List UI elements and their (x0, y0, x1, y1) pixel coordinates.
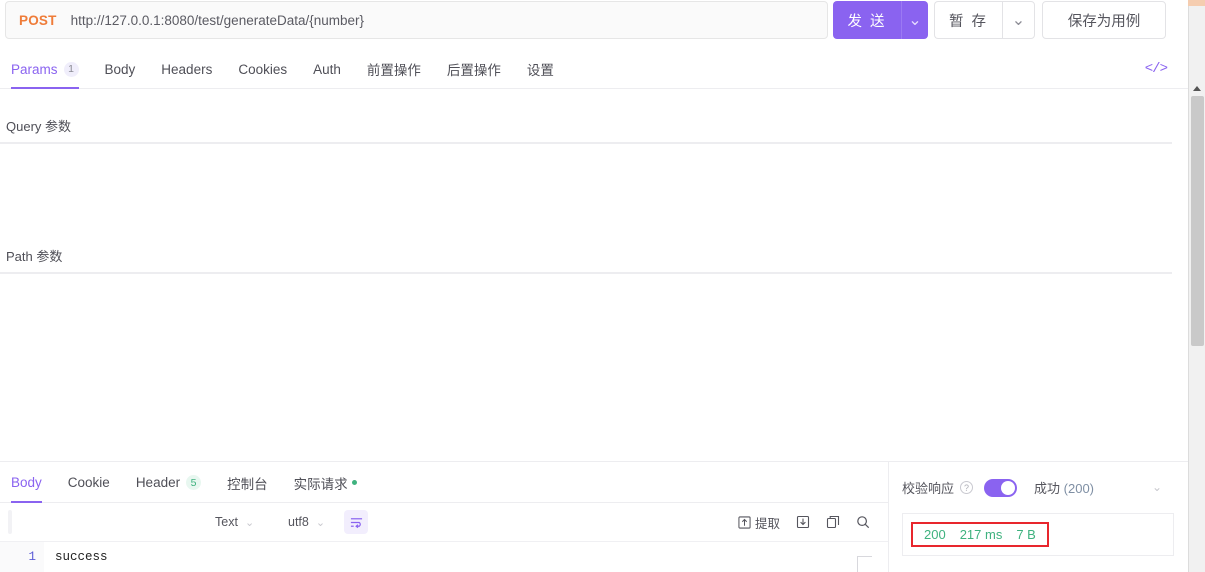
response-tab-1[interactable]: Cookie (68, 462, 110, 503)
tab-label: Body (11, 475, 42, 490)
query-params-title: Query 参数 (6, 119, 72, 134)
verify-response-label: 校验响应 (902, 481, 955, 496)
help-icon[interactable]: ? (960, 481, 974, 494)
main-content: POST http://127.0.0.1:8080/test/generate… (0, 0, 1188, 572)
response-size: 7 B (1016, 527, 1036, 542)
wrap-text-icon[interactable] (344, 510, 368, 534)
window-scrollbar[interactable] (1188, 0, 1205, 572)
response-tab-3[interactable]: 控制台 (227, 462, 268, 503)
response-tab-4[interactable]: 实际请求 (294, 462, 357, 503)
tab-label: 前置操作 (366, 63, 421, 78)
save-button-group: 暂 存 ⌄ (934, 1, 1035, 39)
panel-collapse-chevron-icon[interactable]: ⌄ (1152, 480, 1162, 494)
verify-result-label: 成功 (200) (1034, 478, 1094, 497)
extract-button[interactable]: 提取 (730, 510, 788, 534)
response-status-panel: 校验响应 ? 成功 (200) ⌄ 200 217 ms 7 B (889, 462, 1188, 572)
response-tab-bar: Body Cookie Header 5 控制台 实际请求 (0, 462, 888, 503)
encoding-select-value: utf8 (288, 515, 309, 529)
tab-label: Cookie (67, 475, 110, 490)
response-body-editor[interactable]: 1 success (0, 541, 888, 572)
toggle-knob (1001, 480, 1016, 495)
copy-button[interactable] (818, 510, 848, 534)
request-tab-2[interactable]: Headers (161, 49, 212, 89)
request-tab-bar: Params 1 Body Headers Cookies Auth 前置操作 后置操作 设置 … (0, 49, 1188, 89)
line-number-gutter: 1 (0, 542, 44, 572)
scrollbar-thumb[interactable] (1191, 96, 1204, 346)
tab-label: Body (104, 61, 136, 77)
send-options-caret-icon[interactable]: ⌄ (901, 1, 928, 39)
window-top-accent (1188, 0, 1205, 6)
response-resize-handle[interactable] (857, 556, 872, 572)
verify-result-code: (200) (1063, 481, 1095, 496)
http-method-label[interactable]: POST (19, 13, 57, 28)
request-tab-3[interactable]: Cookies (238, 49, 287, 89)
request-tab-0[interactable]: Params 1 (11, 49, 79, 89)
tab-label: Params (11, 61, 58, 77)
path-params-title: Path 参数 (6, 249, 63, 264)
extract-label: 提取 (755, 516, 781, 531)
request-tab-4[interactable]: Auth (313, 49, 341, 89)
status-metrics-highlight: 200 217 ms 7 B (911, 522, 1049, 547)
search-icon[interactable] (848, 510, 878, 534)
send-button-group: 发 送 ⌄ (833, 1, 928, 39)
chevron-down-icon: ⌄ (315, 516, 326, 529)
api-client-window: POST http://127.0.0.1:8080/test/generate… (0, 0, 1205, 572)
code-view-icon[interactable]: </> (1145, 61, 1168, 77)
request-tab-6[interactable]: 后置操作 (447, 49, 501, 89)
save-options-caret-icon[interactable]: ⌄ (1002, 1, 1035, 39)
request-url-row: POST http://127.0.0.1:8080/test/generate… (0, 0, 1188, 41)
tab-badge: 5 (186, 475, 202, 490)
response-tab-list: Body Cookie Header 5 控制台 实际请求 (11, 462, 383, 503)
save-as-case-button[interactable]: 保存为用例 (1042, 1, 1166, 39)
tab-label: 控制台 (227, 476, 268, 492)
path-params-table (0, 272, 1172, 274)
scroll-up-arrow-icon[interactable] (1193, 86, 1201, 91)
verify-response-row: 校验响应 ? 成功 (200) (889, 462, 1188, 513)
tab-badge: 1 (63, 61, 79, 77)
status-dot (351, 480, 357, 485)
verify-result-text: 成功 (1034, 481, 1061, 496)
line-number: 1 (28, 550, 36, 564)
verify-response-toggle[interactable] (984, 478, 1018, 497)
download-button[interactable] (788, 510, 818, 534)
status-code: 200 (924, 527, 946, 542)
response-tools: 提取 (730, 510, 878, 534)
request-tab-list: Params 1 Body Headers Cookies Auth 前置操作 后置操作 设置 (11, 49, 580, 89)
send-button[interactable]: 发 送 (833, 1, 901, 39)
tab-label: Auth (313, 61, 341, 77)
response-view-mode-group (8, 510, 12, 534)
response-body-text: success (55, 550, 108, 564)
response-time: 217 ms (959, 527, 1003, 542)
response-tab-0[interactable]: Body (11, 462, 42, 503)
response-tab-2[interactable]: Header 5 (135, 462, 202, 503)
format-select[interactable]: Text ⌄ (215, 510, 254, 534)
format-select-value: Text (215, 515, 238, 529)
request-tab-1[interactable]: Body (105, 49, 136, 89)
encoding-select[interactable]: utf8 ⌄ (288, 510, 325, 534)
tab-label: Header (135, 475, 181, 490)
query-params-table (0, 142, 1172, 144)
response-format-bar: Text ⌄ utf8 ⌄ 提取 (0, 503, 888, 541)
request-tab-5[interactable]: 前置操作 (367, 49, 421, 89)
url-input-container[interactable]: POST http://127.0.0.1:8080/test/generate… (5, 1, 828, 39)
tab-label: 设置 (526, 63, 554, 78)
url-input[interactable]: http://127.0.0.1:8080/test/generateData/… (71, 13, 364, 28)
tab-label: 实际请求 (293, 476, 348, 492)
status-metrics-card: 200 217 ms 7 B (902, 513, 1174, 556)
chevron-down-icon: ⌄ (244, 516, 255, 529)
save-draft-button[interactable]: 暂 存 (934, 1, 1002, 39)
tab-label: Headers (161, 61, 213, 77)
tab-label: Cookies (238, 61, 288, 77)
request-tab-7[interactable]: 设置 (527, 49, 554, 89)
tab-label: 后置操作 (446, 63, 501, 78)
